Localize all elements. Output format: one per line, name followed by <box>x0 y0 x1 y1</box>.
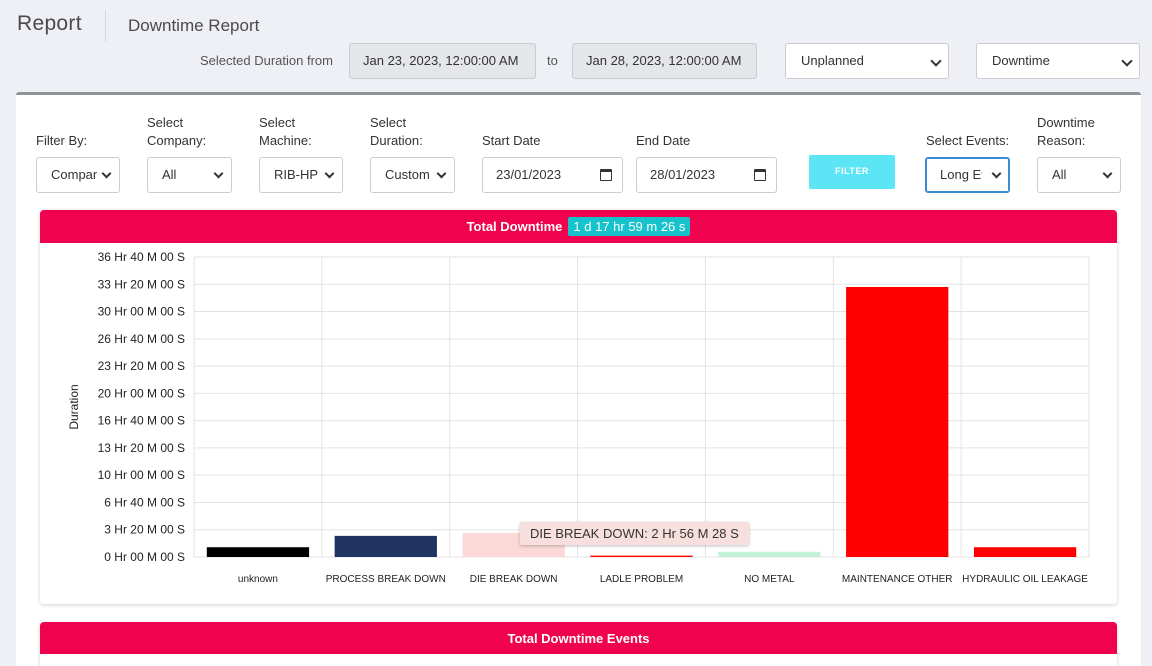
y-tick-label: 23 Hr 20 M 00 S <box>98 359 185 373</box>
chevron-down-icon <box>1121 55 1133 67</box>
chevron-down-icon <box>991 168 1002 179</box>
reason-label-line2: Reason: <box>1037 133 1086 148</box>
company-label: Select Company: <box>147 114 206 150</box>
calendar-icon[interactable] <box>754 169 766 181</box>
filter-by-label: Filter By: <box>36 133 88 148</box>
end-date-value: 28/01/2023 <box>650 167 716 182</box>
duration-value: Custom <box>385 167 430 182</box>
y-tick-label: 30 Hr 00 M 00 S <box>98 305 185 319</box>
company-label-line1: Select <box>147 115 184 130</box>
title-divider <box>105 10 106 42</box>
chevron-down-icon <box>436 168 447 179</box>
bar <box>206 547 310 557</box>
y-tick-label: 16 Hr 40 M 00 S <box>98 414 185 428</box>
duration-label: Selected Duration from <box>200 53 333 68</box>
total-downtime-events-card: Total Downtime Events <box>40 622 1117 666</box>
total-downtime-events-title: Total Downtime Events <box>507 630 650 646</box>
duration-filter-label: Select Duration: <box>370 114 423 150</box>
y-tick-label: 13 Hr 20 M 00 S <box>98 441 185 455</box>
total-downtime-card: Total Downtime 1 d 17 hr 59 m 26 s 0 Hr … <box>40 210 1117 604</box>
duration-from-field: Jan 23, 2023, 12:00:00 AM <box>349 43 536 79</box>
duration-filter-label-line1: Select <box>370 115 407 130</box>
y-tick-label: 3 Hr 20 M 00 S <box>104 523 185 537</box>
x-tick-label: unknown <box>238 574 278 585</box>
duration-select[interactable]: Custom <box>370 157 455 193</box>
x-tick-label: NO METAL <box>744 574 795 585</box>
metric-select[interactable]: Downtime <box>976 43 1140 79</box>
y-tick-label: 20 Hr 00 M 00 S <box>98 386 185 400</box>
bar <box>334 535 437 557</box>
y-tick-label: 36 Hr 40 M 00 S <box>98 250 185 264</box>
reason-label-line1: Downtime <box>1037 115 1095 130</box>
y-tick-label: 10 Hr 00 M 00 S <box>98 468 185 482</box>
downtime-type-value: Unplanned <box>801 53 864 68</box>
metric-value: Downtime <box>992 53 1050 68</box>
x-tick-label: LADLE PROBLEM <box>600 574 683 585</box>
start-date-value: 23/01/2023 <box>496 167 562 182</box>
start-date-label: Start Date <box>482 133 541 148</box>
machine-label-line1: Select <box>259 115 296 130</box>
events-value: Long Events <box>940 167 982 182</box>
bar <box>973 547 1077 557</box>
chevron-down-icon <box>101 168 112 179</box>
total-downtime-header: Total Downtime 1 d 17 hr 59 m 26 s <box>40 210 1117 243</box>
x-tick-label: DIE BREAK DOWN <box>470 574 558 585</box>
company-select[interactable]: All <box>147 157 232 193</box>
y-tick-label: 6 Hr 40 M 00 S <box>104 495 185 509</box>
y-tick-label: 0 Hr 00 M 00 S <box>104 550 185 564</box>
downtime-type-select[interactable]: Unplanned <box>785 43 949 79</box>
machine-label: Select Machine: <box>259 114 312 150</box>
chevron-down-icon <box>213 168 224 179</box>
machine-value: RIB-HP <box>274 167 319 182</box>
duration-filter-label-line2: Duration: <box>370 133 423 148</box>
start-date-input[interactable]: 23/01/2023 <box>482 157 623 193</box>
bar <box>846 287 949 557</box>
company-label-line2: Company: <box>147 133 207 148</box>
x-tick-label: PROCESS BREAK DOWN <box>326 574 446 585</box>
chevron-down-icon <box>324 168 335 179</box>
end-date-input[interactable]: 28/01/2023 <box>636 157 777 193</box>
downtime-bar-chart: 0 Hr 00 M 00 S 3 Hr 20 M 00 S 6 Hr 40 M 00… <box>67 250 1090 585</box>
x-tick-label: MAINTENANCE OTHER <box>842 574 953 585</box>
chart-tooltip: DIE BREAK DOWN: 2 Hr 56 M 28 S <box>520 522 749 545</box>
events-select[interactable]: Long Events <box>925 157 1010 193</box>
reason-select[interactable]: All <box>1037 157 1121 193</box>
y-tick-label: 26 Hr 40 M 00 S <box>98 332 185 346</box>
duration-to-label: to <box>547 53 558 68</box>
filter-by-value: Company <box>51 167 97 182</box>
filter-button[interactable]: FILTER <box>809 155 895 189</box>
total-downtime-badge: 1 d 17 hr 59 m 26 s <box>568 217 691 236</box>
reason-value: All <box>1052 167 1067 182</box>
duration-to-field: Jan 28, 2023, 12:00:00 AM <box>572 43 757 79</box>
y-axis-title: Duration <box>67 384 81 429</box>
events-label: Select Events: <box>926 133 1010 148</box>
y-tick-label: 33 Hr 20 M 00 S <box>98 277 185 291</box>
bar <box>718 551 821 557</box>
calendar-icon[interactable] <box>600 169 612 181</box>
x-tick-label: HYDRAULIC OIL LEAKAGE <box>962 574 1088 585</box>
page-subtitle: Downtime Report <box>128 16 260 35</box>
chevron-down-icon <box>930 55 942 67</box>
machine-label-line2: Machine: <box>259 133 312 148</box>
total-downtime-events-header: Total Downtime Events <box>40 622 1117 654</box>
company-value: All <box>162 167 177 182</box>
page-title: Report <box>17 12 82 35</box>
filter-by-select[interactable]: Company <box>36 157 120 193</box>
machine-select[interactable]: RIB-HP <box>259 157 343 193</box>
reason-label: Downtime Reason: <box>1037 114 1095 150</box>
end-date-label: End Date <box>636 133 691 148</box>
bar <box>590 555 693 557</box>
chevron-down-icon <box>1102 168 1113 179</box>
total-downtime-title: Total Downtime <box>466 219 563 234</box>
